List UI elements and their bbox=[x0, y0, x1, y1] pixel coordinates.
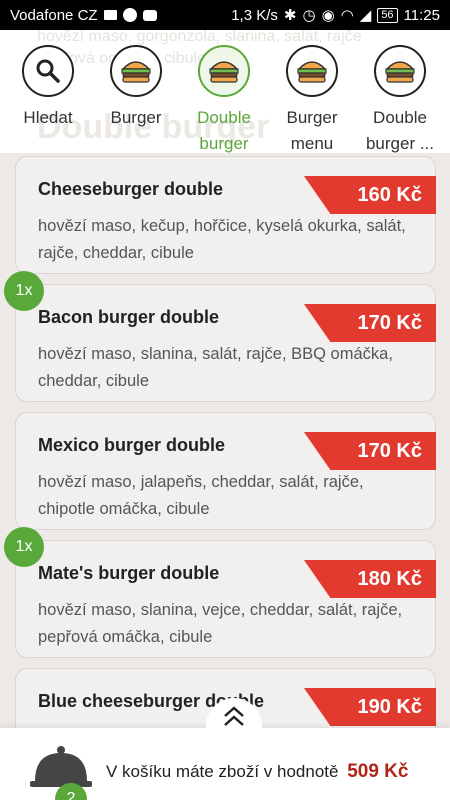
network-speed: 1,3 K/s bbox=[231, 6, 278, 24]
burger-icon bbox=[110, 45, 162, 97]
carrier-label: Vodafone CZ bbox=[10, 6, 98, 24]
category-search[interactable]: Hledat bbox=[5, 45, 91, 131]
category-label: Double burger ... bbox=[365, 108, 435, 153]
battery-icon: 56 bbox=[377, 7, 398, 23]
product-card[interactable]: Mate's burger double 180 Kč hovězí maso,… bbox=[15, 540, 436, 658]
category-bar: hovězí maso, gorgonzola, slanina, salát,… bbox=[0, 30, 450, 153]
product-list[interactable]: Cheeseburger double 160 Kč hovězí maso, … bbox=[0, 153, 450, 728]
product-card[interactable]: Bacon burger double 170 Kč hovězí maso, … bbox=[15, 284, 436, 402]
youtube-icon bbox=[142, 9, 157, 21]
category-double-burger[interactable]: Double burger bbox=[181, 45, 267, 153]
category-label: Burger menu bbox=[286, 108, 338, 153]
eye-icon: ◉ bbox=[321, 7, 335, 24]
burger-icon bbox=[198, 45, 250, 97]
status-bar: Vodafone CZ 1,3 K/s ✱ ◷ ◉ ◠ ◢ 56 11:25 bbox=[0, 0, 450, 30]
ghost-description: hovězí maso, gorgonzola, slanina, salát,… bbox=[37, 30, 362, 45]
product-card[interactable]: Mexico burger double 170 Kč hovězí maso,… bbox=[15, 412, 436, 530]
clock: 11:25 bbox=[403, 6, 440, 24]
category-label: Hledat bbox=[23, 108, 73, 127]
quantity-badge: 1x bbox=[4, 271, 44, 311]
gmail-icon bbox=[103, 10, 117, 20]
price-tag: 180 Kč bbox=[304, 560, 436, 598]
burger-icon bbox=[286, 45, 338, 97]
product-name: Mate's burger double bbox=[38, 563, 220, 583]
cart-total: 509 Kč bbox=[347, 761, 409, 782]
cart-summary: V košíku máte zboží v hodnotě 509 Kč bbox=[106, 761, 408, 783]
product-name: Mexico burger double bbox=[38, 435, 226, 455]
category-label: Burger bbox=[110, 108, 162, 127]
alarm-icon: ◷ bbox=[302, 7, 316, 24]
category-burger[interactable]: Burger bbox=[93, 45, 179, 131]
price-tag: 170 Kč bbox=[304, 432, 436, 470]
product-description: hovězí maso, slanina, salát, rajče, BBQ … bbox=[38, 345, 393, 390]
facebook-icon bbox=[122, 8, 137, 22]
price-tag: 160 Kč bbox=[304, 176, 436, 214]
quantity-badge: 1x bbox=[4, 527, 44, 567]
category-label: Double burger bbox=[197, 108, 251, 153]
product-name: Bacon burger double bbox=[38, 307, 220, 327]
cart-summary-label: V košíku máte zboží v hodnotě bbox=[106, 762, 339, 781]
product-description: hovězí maso, slanina, vejce, cheddar, sa… bbox=[38, 601, 403, 646]
signal-icon: ◢ bbox=[359, 7, 372, 24]
category-burger-menu[interactable]: Burger menu bbox=[269, 45, 355, 153]
wifi-icon: ◠ bbox=[340, 7, 354, 24]
product-description: hovězí maso, jalapeňs, cheddar, salát, r… bbox=[38, 473, 364, 518]
product-card[interactable]: Cheeseburger double 160 Kč hovězí maso, … bbox=[15, 156, 436, 274]
price-tag: 170 Kč bbox=[304, 304, 436, 342]
bluetooth-icon: ✱ bbox=[283, 7, 297, 24]
product-description: hovězí maso, kečup, hořčice, kyselá okur… bbox=[38, 217, 406, 262]
category-double-burger-menu[interactable]: Double burger ... bbox=[357, 45, 443, 153]
double-chevron-up-icon bbox=[224, 706, 244, 726]
search-icon bbox=[22, 45, 74, 97]
burger-icon bbox=[374, 45, 426, 97]
price-tag: 190 Kč bbox=[304, 688, 436, 726]
product-name: Cheeseburger double bbox=[38, 179, 224, 199]
